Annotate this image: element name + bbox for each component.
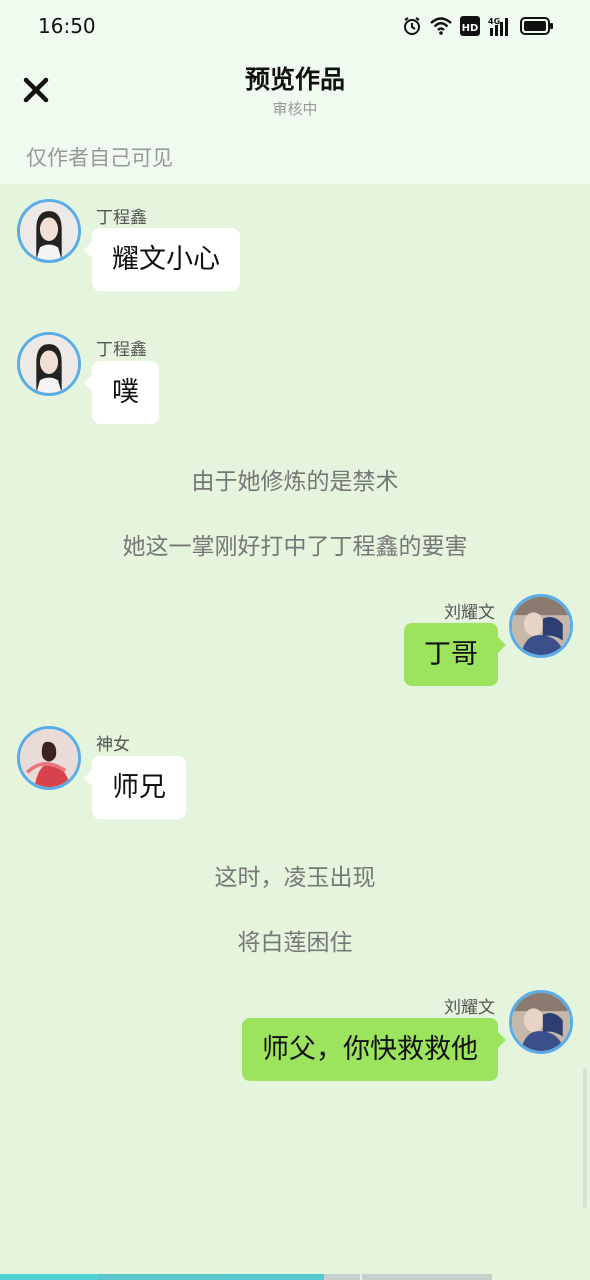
wifi-icon bbox=[430, 16, 452, 36]
status-bar: 16:50 HD 4G bbox=[0, 0, 590, 52]
svg-text:4G: 4G bbox=[488, 17, 500, 26]
avatar[interactable] bbox=[509, 990, 573, 1054]
story-progress-bar bbox=[0, 1274, 590, 1280]
avatar[interactable] bbox=[17, 199, 81, 263]
scrollbar[interactable] bbox=[583, 1068, 587, 1208]
sender-name: 刘耀文 bbox=[444, 603, 495, 623]
narration-text: 由于她修炼的是禁术 bbox=[191, 469, 399, 495]
progress-segment bbox=[230, 1274, 324, 1280]
sender-name: 神女 bbox=[96, 735, 130, 755]
avatar[interactable] bbox=[17, 726, 81, 790]
chat-bubble[interactable]: 耀文小心 bbox=[84, 228, 240, 291]
narration-text: 将白莲困住 bbox=[237, 930, 353, 956]
battery-icon bbox=[520, 16, 554, 36]
sender-name: 刘耀文 bbox=[444, 998, 495, 1018]
alarm-icon bbox=[402, 16, 422, 36]
sender-name: 丁程鑫 bbox=[96, 340, 147, 360]
chat-area[interactable]: 丁程鑫 耀文小心 丁程鑫 噗 由于她修炼的是禁术 她这一掌刚好打中了丁程鑫的要害… bbox=[0, 184, 590, 1274]
chat-bubble[interactable]: 师兄 bbox=[84, 756, 186, 819]
chat-bubble[interactable]: 噗 bbox=[84, 361, 159, 424]
visibility-notice-text: 仅作者自己可见 bbox=[26, 146, 173, 170]
signal-4g-icon: 4G bbox=[488, 16, 512, 36]
svg-text:HD: HD bbox=[462, 23, 479, 34]
narration-text: 她这一掌刚好打中了丁程鑫的要害 bbox=[122, 534, 468, 560]
status-icons: HD 4G bbox=[402, 14, 554, 38]
header: 预览作品 审核中 bbox=[0, 52, 590, 132]
visibility-notice: 仅作者自己可见 bbox=[0, 132, 590, 184]
progress-segment bbox=[0, 1274, 98, 1280]
page-title: 预览作品 bbox=[244, 65, 345, 94]
progress-segment bbox=[324, 1274, 360, 1280]
avatar[interactable] bbox=[17, 332, 81, 396]
sender-name: 丁程鑫 bbox=[96, 208, 147, 228]
page-subtitle: 审核中 bbox=[272, 100, 318, 118]
chat-bubble[interactable]: 丁哥 bbox=[404, 623, 506, 686]
progress-segment bbox=[362, 1274, 492, 1280]
status-time: 16:50 bbox=[38, 14, 96, 38]
chat-bubble[interactable]: 师父，你快救救他 bbox=[242, 1018, 506, 1081]
hd-icon: HD bbox=[460, 16, 480, 36]
avatar[interactable] bbox=[509, 594, 573, 658]
progress-segment bbox=[98, 1274, 230, 1280]
narration-text: 这时，凌玉出现 bbox=[214, 865, 376, 891]
